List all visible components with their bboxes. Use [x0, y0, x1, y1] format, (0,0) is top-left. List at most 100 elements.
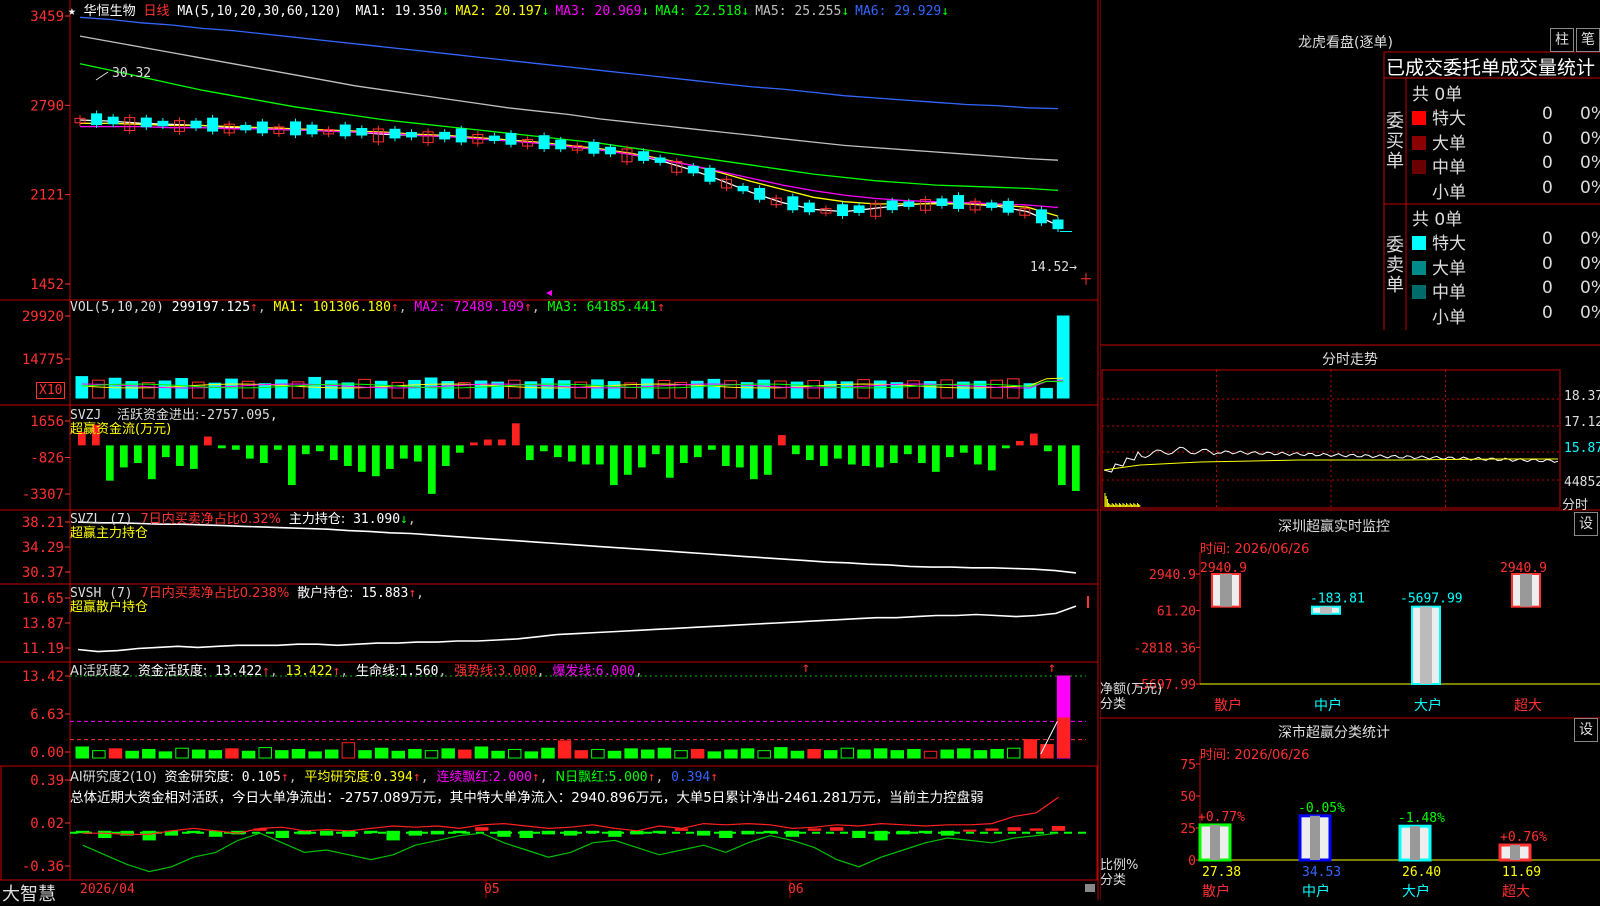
ai2-bar: [408, 830, 422, 836]
lock-icon[interactable]: [1085, 884, 1095, 892]
sz-title: 深圳超赢实时监控: [1278, 519, 1390, 535]
minute-tick-label: 18.37: [1564, 389, 1600, 404]
period-label[interactable]: 日线: [144, 4, 170, 19]
price-marker: [546, 290, 552, 296]
volume-bar: [607, 381, 621, 399]
volume-bar: [557, 380, 571, 399]
candle-body: [687, 165, 699, 174]
ai1-bar: [142, 748, 156, 759]
candle-body: [986, 202, 998, 208]
star-icon[interactable]: ★: [68, 4, 76, 19]
svzj-bar: [176, 445, 184, 466]
price-tick-label: 2121: [30, 188, 64, 204]
volume-bar: [92, 379, 105, 399]
cls-value-label: 26.40: [1402, 865, 1441, 880]
candle-body: [406, 132, 418, 138]
ai1-bar: [424, 750, 439, 759]
ai1-bar: [225, 748, 239, 759]
column-button[interactable]: 柱: [1550, 28, 1574, 52]
ma-line-ma5: [79, 35, 1059, 161]
ai1-bar: [92, 750, 106, 759]
sz-value-label: 2940.9: [1200, 561, 1247, 576]
ai1-bar: [840, 747, 855, 759]
sz-tick-label: -2818.36: [1133, 641, 1196, 656]
volume-bar: [940, 379, 954, 399]
ai2-bar: [275, 830, 289, 838]
ai2-bar: [430, 830, 445, 835]
ai1-bar: [774, 747, 788, 759]
ai1-bar: [258, 747, 272, 759]
ai2-bar: [652, 830, 666, 834]
x-month-6: 06: [788, 882, 804, 897]
volume-bar: [258, 383, 272, 399]
buy-row-percent: 0%: [1580, 153, 1600, 173]
ma-item-ma3: MA3: 20.969↓: [555, 4, 650, 19]
x-date-start: 2026/04: [80, 882, 135, 897]
sell-row-percent: 0%: [1580, 253, 1600, 274]
candle-body: [555, 139, 567, 150]
svzj-bar: [414, 445, 422, 462]
ai1-bar: [940, 749, 954, 759]
sz-settings-button[interactable]: 设: [1574, 512, 1598, 536]
ai1-bar: [674, 750, 688, 759]
ai1-bar: [907, 748, 921, 759]
ai1-bar: [807, 748, 821, 759]
candle-body: [488, 135, 500, 142]
ai2-bar: [696, 830, 711, 836]
svsh-tick-label: 16.65: [22, 591, 64, 607]
ai1-bar: [873, 748, 888, 759]
kline-chart-area[interactable]: 3459 2790 2121 1452 29920 14775 1656 -826 -3307 3…: [0, 0, 1100, 905]
svzj-bar: [988, 445, 996, 471]
ai2-bar: [940, 830, 955, 836]
svzj-bar: [806, 445, 814, 461]
svsh-value: 15.883: [361, 586, 409, 601]
cls-category-label: 超大: [1502, 884, 1530, 900]
sell-row-value: 0: [1542, 302, 1553, 323]
right-panel: 18.37 17.12 15.87 44852 2940.9 61.20 -2818.36 -…: [1099, 0, 1600, 900]
cls-value-label: 27.38: [1202, 865, 1241, 880]
buy-row-value: 0: [1542, 153, 1553, 173]
buy-row-name: 中单: [1432, 158, 1466, 178]
buy-color-swatch: [1412, 160, 1426, 174]
ai1-bar: [524, 751, 539, 759]
ai1-bar: [458, 749, 472, 759]
ai2-bar: [319, 830, 334, 836]
ai1-bar: [308, 751, 322, 759]
tick-button[interactable]: 笔: [1576, 28, 1600, 52]
ai1-bar: [707, 751, 722, 759]
candle-body: [455, 128, 467, 143]
volume-bar: [341, 382, 355, 399]
ai2-bar: [963, 829, 977, 832]
svzj-bar: [708, 445, 716, 450]
sz-time: 时间: 2026/06/26: [1200, 542, 1310, 557]
ai1-bar: [275, 750, 289, 759]
volume-bar: [75, 376, 89, 399]
svzj-bar: [498, 439, 506, 446]
svzj-bar: [624, 445, 632, 475]
volume-bar: [591, 379, 604, 399]
svzj-bar: [274, 445, 282, 450]
ai2-bar: [519, 830, 533, 838]
ai2-bar: [453, 830, 467, 834]
ai2-bar: [475, 827, 489, 831]
ai1-bar: [75, 746, 89, 759]
buy-row-value: 0: [1542, 104, 1553, 124]
cls-change-label: +0.77%: [1198, 810, 1245, 825]
vol-ma1: 101306.180: [312, 300, 391, 315]
cls-tick-label: 75: [1180, 758, 1196, 773]
cls-settings-button[interactable]: 设: [1574, 718, 1598, 742]
ai2-bar: [98, 830, 112, 838]
candle-body: [157, 120, 169, 127]
volume-bar: [275, 379, 288, 399]
lh-title: 龙虎看盘(逐单): [1298, 35, 1393, 51]
ai1-bar: [291, 748, 306, 759]
ai2-line-green: [82, 832, 1059, 873]
volume-bar: [707, 378, 721, 399]
volume-bar: [191, 381, 205, 399]
svsh-tick-label: 11.19: [22, 641, 64, 657]
volume-bar: [774, 380, 787, 399]
ai1-bar: [657, 747, 672, 759]
svzj-tick-label: -3307: [22, 487, 64, 503]
kline-svg[interactable]: 3459 2790 2121 1452 29920 14775 1656 -826 -3307 3…: [0, 0, 1100, 900]
ma-item-ma6: MA6: 29.929↓: [855, 4, 950, 19]
